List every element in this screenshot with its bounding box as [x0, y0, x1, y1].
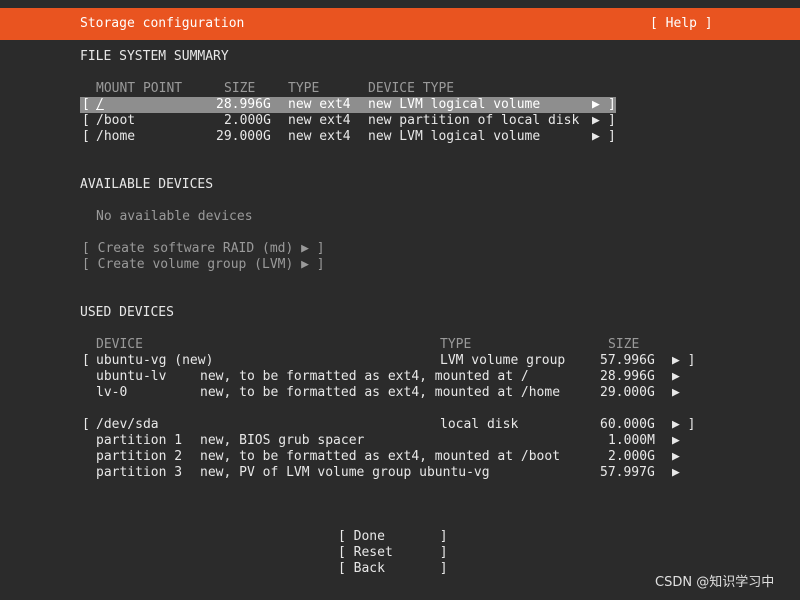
fs-mount-point: /	[96, 97, 104, 112]
fs-mount-point: /home	[96, 129, 136, 144]
child-desc: new, to be formatted as ext4, mounted at…	[200, 385, 561, 400]
row-open-bracket: [	[82, 417, 90, 432]
child-size: 57.997G	[600, 465, 655, 480]
used-col-type: TYPE	[440, 337, 472, 352]
child-size: 1.000M	[608, 433, 655, 448]
fs-type: new ext4	[288, 113, 351, 128]
fs-col-device-type: DEVICE TYPE	[368, 81, 455, 96]
child-name: partition 1	[96, 433, 183, 448]
child-desc: new, to be formatted as ext4, mounted at…	[200, 449, 561, 464]
device-type: local disk	[440, 417, 519, 432]
child-name: lv-0	[96, 385, 128, 400]
fs-type: new ext4	[288, 129, 351, 144]
fs-type: new ext4	[288, 97, 351, 112]
available-heading: AVAILABLE DEVICES	[80, 177, 214, 192]
arrow-right-icon[interactable]: ▶	[592, 97, 600, 113]
child-name: ubuntu-lv	[96, 369, 167, 384]
installer-screen: Storage configuration [ Help ] FILE SYST…	[0, 0, 800, 600]
fs-device-type: new partition of local disk	[368, 113, 580, 128]
create-raid-button[interactable]: [ Create software RAID (md) ▶ ]	[82, 241, 325, 257]
fs-col-size: SIZE	[224, 81, 256, 96]
child-desc: new, to be formatted as ext4, mounted at…	[200, 369, 529, 384]
arrow-right-icon[interactable]: ▶	[672, 465, 680, 481]
fs-col-type: TYPE	[288, 81, 320, 96]
device-size: 57.996G	[600, 353, 655, 368]
row-open-bracket: [	[82, 353, 90, 368]
fs-device-type: new LVM logical volume	[368, 97, 541, 112]
fs-size: 2.000G	[224, 113, 271, 128]
child-size: 29.000G	[600, 385, 655, 400]
device-name: ubuntu-vg (new)	[96, 353, 214, 368]
back-button[interactable]: [ Back ]	[338, 561, 448, 577]
device-name: /dev/sda	[96, 417, 159, 432]
help-button[interactable]: [ Help ]	[650, 16, 713, 32]
child-name: partition 3	[96, 465, 183, 480]
no-devices-text: No available devices	[96, 209, 253, 224]
row-close-bracket: ]	[608, 129, 616, 144]
fs-mount-point: /boot	[96, 113, 136, 128]
used-heading: USED DEVICES	[80, 305, 174, 320]
row-close-bracket: ]	[608, 113, 616, 128]
child-name: partition 2	[96, 449, 183, 464]
csdn-watermark: CSDN @知识学习中	[655, 575, 775, 590]
fs-size: 28.996G	[216, 97, 271, 112]
row-close-bracket: ]	[608, 97, 616, 112]
used-col-device: DEVICE	[96, 337, 143, 352]
arrow-right-icon[interactable]: ▶	[592, 129, 600, 145]
child-desc: new, BIOS grub spacer	[200, 433, 365, 448]
fs-col-mount: MOUNT POINT	[96, 81, 183, 96]
device-type: LVM volume group	[440, 353, 566, 368]
fs-device-type: new LVM logical volume	[368, 129, 541, 144]
fs-summary-heading: FILE SYSTEM SUMMARY	[80, 49, 229, 64]
fs-size: 29.000G	[216, 129, 271, 144]
arrow-right-icon[interactable]: ▶	[672, 385, 680, 401]
arrow-right-icon[interactable]: ▶ ]	[672, 353, 695, 369]
page-title: Storage configuration	[80, 16, 245, 31]
create-volume-group-button[interactable]: [ Create volume group (LVM) ▶ ]	[82, 257, 325, 273]
child-size: 2.000G	[608, 449, 655, 464]
arrow-right-icon[interactable]: ▶	[672, 369, 680, 385]
child-size: 28.996G	[600, 369, 655, 384]
row-open-bracket: [	[82, 113, 90, 128]
used-col-size: SIZE	[608, 337, 640, 352]
arrow-right-icon[interactable]: ▶	[672, 449, 680, 465]
row-open-bracket: [	[82, 97, 90, 112]
done-button[interactable]: [ Done ]	[338, 529, 448, 545]
arrow-right-icon[interactable]: ▶	[672, 433, 680, 449]
header-bar: Storage configuration [ Help ]	[0, 8, 800, 40]
reset-button[interactable]: [ Reset ]	[338, 545, 448, 561]
device-size: 60.000G	[600, 417, 655, 432]
arrow-right-icon[interactable]: ▶ ]	[672, 417, 695, 433]
child-desc: new, PV of LVM volume group ubuntu-vg	[200, 465, 490, 480]
row-open-bracket: [	[82, 129, 90, 144]
arrow-right-icon[interactable]: ▶	[592, 113, 600, 129]
